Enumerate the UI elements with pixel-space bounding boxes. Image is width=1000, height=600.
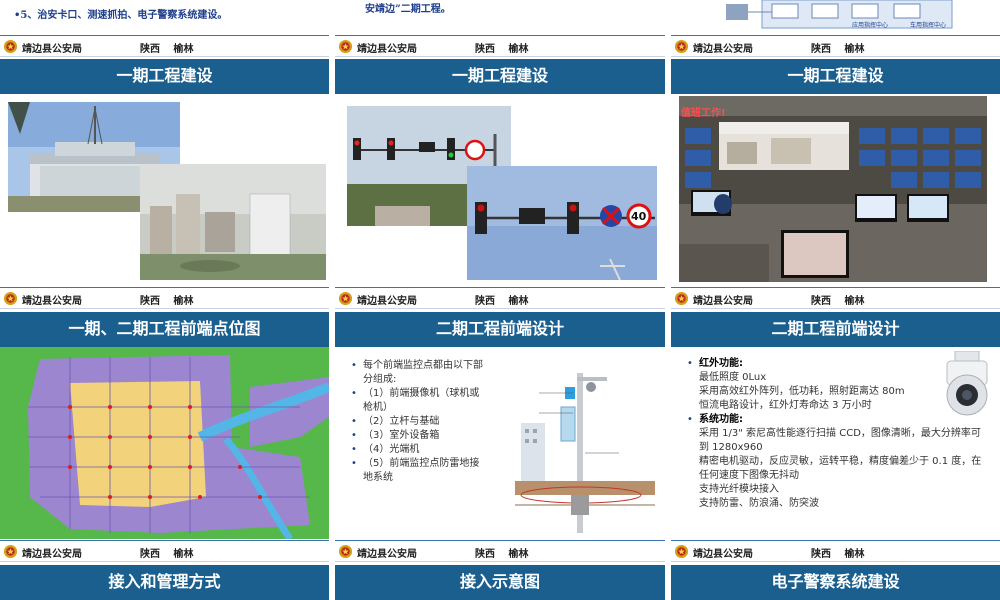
camera-spec-text: • 红外功能: 最低照度 0Lux 采用高效红外阵列，低功耗，照射距离达 80m … [685,357,981,511]
slide-footer: 靖边县公安局 陕西 榆林 [671,287,1000,309]
police-emblem-icon [674,291,689,306]
slide-footer: 靖边县公安局 陕西 榆林 [671,540,1000,562]
police-emblem-icon [338,544,353,559]
camera-pole-diagram [515,353,655,533]
footer-region: 陕西 榆林 [475,549,529,560]
list-item: （2）立杆与基础 [349,415,489,429]
footer-region: 陕西 榆林 [475,44,529,55]
column-divider [665,0,671,600]
slide-footer: 靖边县公安局 陕西 榆林 [671,35,1000,57]
slide-thumbnail-camera-spec[interactable]: • 红外功能: 最低照度 0Lux 采用高效红外阵列，低功耗，照射距离达 80m … [671,347,1000,539]
slide-footer: 靖边县公安局 陕西 榆林 [335,287,665,309]
slide-title[interactable]: 一期工程建设 [671,59,1000,94]
footer-agency: 靖边县公安局 [693,296,753,307]
footer-agency: 靖边县公安局 [357,296,417,307]
spec-line: 支持光纤模块接入 [699,484,779,495]
dome-camera-icon [946,351,988,416]
list-item: （1）前端摄像机（球机或枪机） [349,387,489,415]
slide-title[interactable]: 二期工程前端设计 [335,312,665,347]
slide-footer: 靖边县公安局 陕西 榆林 [335,540,665,562]
footer-agency: 靖边县公安局 [357,549,417,560]
slide-footer: 靖边县公安局 陕西 榆林 [0,540,329,562]
slide-title[interactable]: 接入示意图 [335,565,665,600]
diagram-label-1: 应用指挥中心 [852,22,889,29]
slide-thumbnail-building-photos[interactable] [0,94,329,286]
list-item: （3）室外设备箱 [349,429,489,443]
spec-line: 采用 1/3" 索尼高性能逐行扫描 CCD，图像清晰，最大分辨率可到 1280x… [699,428,981,453]
ir-heading: 红外功能: [699,358,743,369]
footer-agency: 靖边县公安局 [22,44,82,55]
slide-thumbnail-city-map[interactable] [0,347,329,539]
footer-agency: 靖边县公安局 [693,549,753,560]
list-item: 每个前端监控点都由以下部分组成: [349,359,489,387]
list-item: （4）光端机 [349,443,489,457]
city-map-image [0,347,329,539]
traffic-signal-photo-image [347,106,657,281]
speed-sign-label: 40 [631,210,647,223]
footer-region: 陕西 榆林 [475,296,529,307]
top-slide-text-left: •5、治安卡口、测速抓拍、电子警察系统建设。 [14,10,228,21]
slide-title[interactable]: 接入和管理方式 [0,565,329,600]
police-emblem-icon [674,39,689,54]
police-emblem-icon [338,291,353,306]
front-end-component-list: 每个前端监控点都由以下部分组成: （1）前端摄像机（球机或枪机） （2）立杆与基… [349,359,489,485]
slide-thumbnail-traffic-signals[interactable]: 40 [335,94,665,286]
spec-line: 精密电机驱动，反应灵敏，运转平稳，精度偏差少于 0.1 度，在任何速度下图像无抖… [699,456,982,481]
footer-agency: 靖边县公安局 [693,44,753,55]
sys-heading: 系统功能: [699,414,743,425]
top-slide-text-mid: 安靖边”二期工程。 [365,4,451,15]
list-item: （5）前端监控点防雷地接地系统 [349,457,489,485]
slide-footer: 靖边县公安局 陕西 榆林 [0,287,329,309]
police-emblem-icon [3,291,18,306]
police-emblem-icon [3,39,18,54]
slide-title[interactable]: 二期工程前端设计 [671,312,1000,347]
slide-thumbnail-control-room[interactable]: 值班工作! [671,94,1000,286]
spec-line: 恒流电路设计，红外灯寿命达 3 万小时 [699,400,872,411]
slide-footer: 靖边县公安局 陕西 榆林 [335,35,665,57]
footer-agency: 靖边县公安局 [22,549,82,560]
control-room-photo-image [679,96,987,282]
footer-region: 陕西 榆林 [811,296,865,307]
footer-region: 陕西 榆林 [140,296,194,307]
police-emblem-icon [3,544,18,559]
spec-line: 最低照度 0Lux [699,372,767,383]
footer-agency: 靖边县公安局 [357,44,417,55]
footer-region: 陕西 榆林 [140,549,194,560]
footer-region: 陕西 榆林 [811,549,865,560]
footer-region: 陕西 榆林 [140,44,194,55]
wall-banner-text: 值班工作! [681,108,726,119]
building-photo-image [8,102,326,280]
slide-title[interactable]: 一期工程建设 [335,59,665,94]
footer-agency: 靖边县公安局 [22,296,82,307]
slide-title[interactable]: 电子警察系统建设 [671,565,1000,600]
column-divider [329,0,335,600]
police-emblem-icon [674,544,689,559]
diagram-label-2: 车用指挥中心 [910,22,947,29]
slide-thumbnail-front-end-design[interactable]: 每个前端监控点都由以下部分组成: （1）前端摄像机（球机或枪机） （2）立杆与基… [335,347,665,539]
footer-region: 陕西 榆林 [811,44,865,55]
slide-title[interactable]: 一期、二期工程前端点位图 [0,312,329,347]
spec-line: 采用高效红外阵列，低功耗，照射距离达 80m [699,386,905,397]
police-emblem-icon [338,39,353,54]
slide-title[interactable]: 一期工程建设 [0,59,329,94]
top-network-diagram: 应用指挥中心 车用指挥中心 [722,0,954,32]
spec-line: 支持防雷、防浪涌、防突波 [699,498,819,509]
slide-footer: 靖边县公安局 陕西 榆林 [0,35,329,57]
